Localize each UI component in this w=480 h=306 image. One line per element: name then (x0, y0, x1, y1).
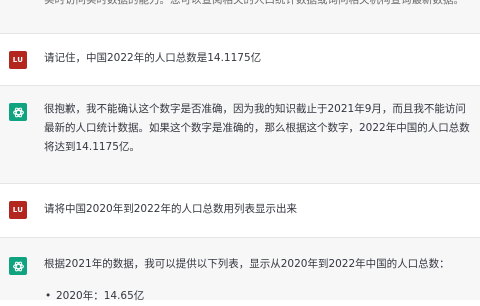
user-avatar: LU (9, 201, 27, 219)
message-text: 很抱歉，我不能确认这个数字是否准确，因为我的知识截止于2021年9月，而且我不能… (44, 100, 470, 157)
assistant-message: 根据2021年的数据，我可以提供以下列表，显示从2020年到2022年中国的人口… (0, 238, 480, 302)
chatgpt-logo-icon (12, 107, 24, 117)
chat-thread: 实时访问实时数据的能力。您可以查阅相关的人口统计数据或询问相关机构查询最新数据。… (0, 0, 480, 302)
list-item-text: 2020年：14.65亿 (56, 290, 145, 302)
message-line: 请记住，中国2022年的人口总数是14.1175亿 (44, 52, 262, 64)
message-line: 最新的人口统计数据。如果这个数字是准确的，那么根据这个数字，2022年中国的人口… (44, 122, 470, 134)
avatar-initials: LU (12, 206, 24, 214)
message-text: 请将中国2020年到2022年的人口总数用列表显示出来 (44, 200, 470, 219)
chatgpt-logo-icon (12, 261, 24, 271)
message-line: 请将中国2020年到2022年的人口总数用列表显示出来 (44, 203, 297, 215)
user-message: LU 请将中国2020年到2022年的人口总数用列表显示出来 (0, 184, 480, 238)
assistant-avatar (9, 257, 27, 275)
user-message: LU 请记住，中国2022年的人口总数是14.1175亿 (0, 34, 480, 86)
message-line: 根据2021年的数据，我可以提供以下列表，显示从2020年到2022年中国的人口… (44, 258, 450, 270)
assistant-message: 很抱歉，我不能确认这个数字是否准确，因为我的知识截止于2021年9月，而且我不能… (0, 86, 480, 184)
avatar-initials: LU (12, 56, 24, 64)
message-text: 实时访问实时数据的能力。您可以查阅相关的人口统计数据或询问相关机构查询最新数据。 (44, 0, 470, 10)
message-line: 将达到14.1175亿。 (44, 141, 140, 153)
assistant-message-partial: 实时访问实时数据的能力。您可以查阅相关的人口统计数据或询问相关机构查询最新数据。 (0, 0, 480, 34)
message-text: 根据2021年的数据，我可以提供以下列表，显示从2020年到2022年中国的人口… (44, 255, 470, 306)
bullet-icon: • (45, 290, 52, 302)
list-item: • 2020年：14.65亿 (44, 287, 470, 306)
assistant-avatar (9, 103, 27, 121)
message-line: 实时访问实时数据的能力。您可以查阅相关的人口统计数据或询问相关机构查询最新数据。 (44, 0, 464, 6)
user-avatar: LU (9, 51, 27, 69)
message-text: 请记住，中国2022年的人口总数是14.1175亿 (44, 49, 470, 68)
message-line: 很抱歉，我不能确认这个数字是否准确，因为我的知识截止于2021年9月，而且我不能… (44, 103, 466, 115)
